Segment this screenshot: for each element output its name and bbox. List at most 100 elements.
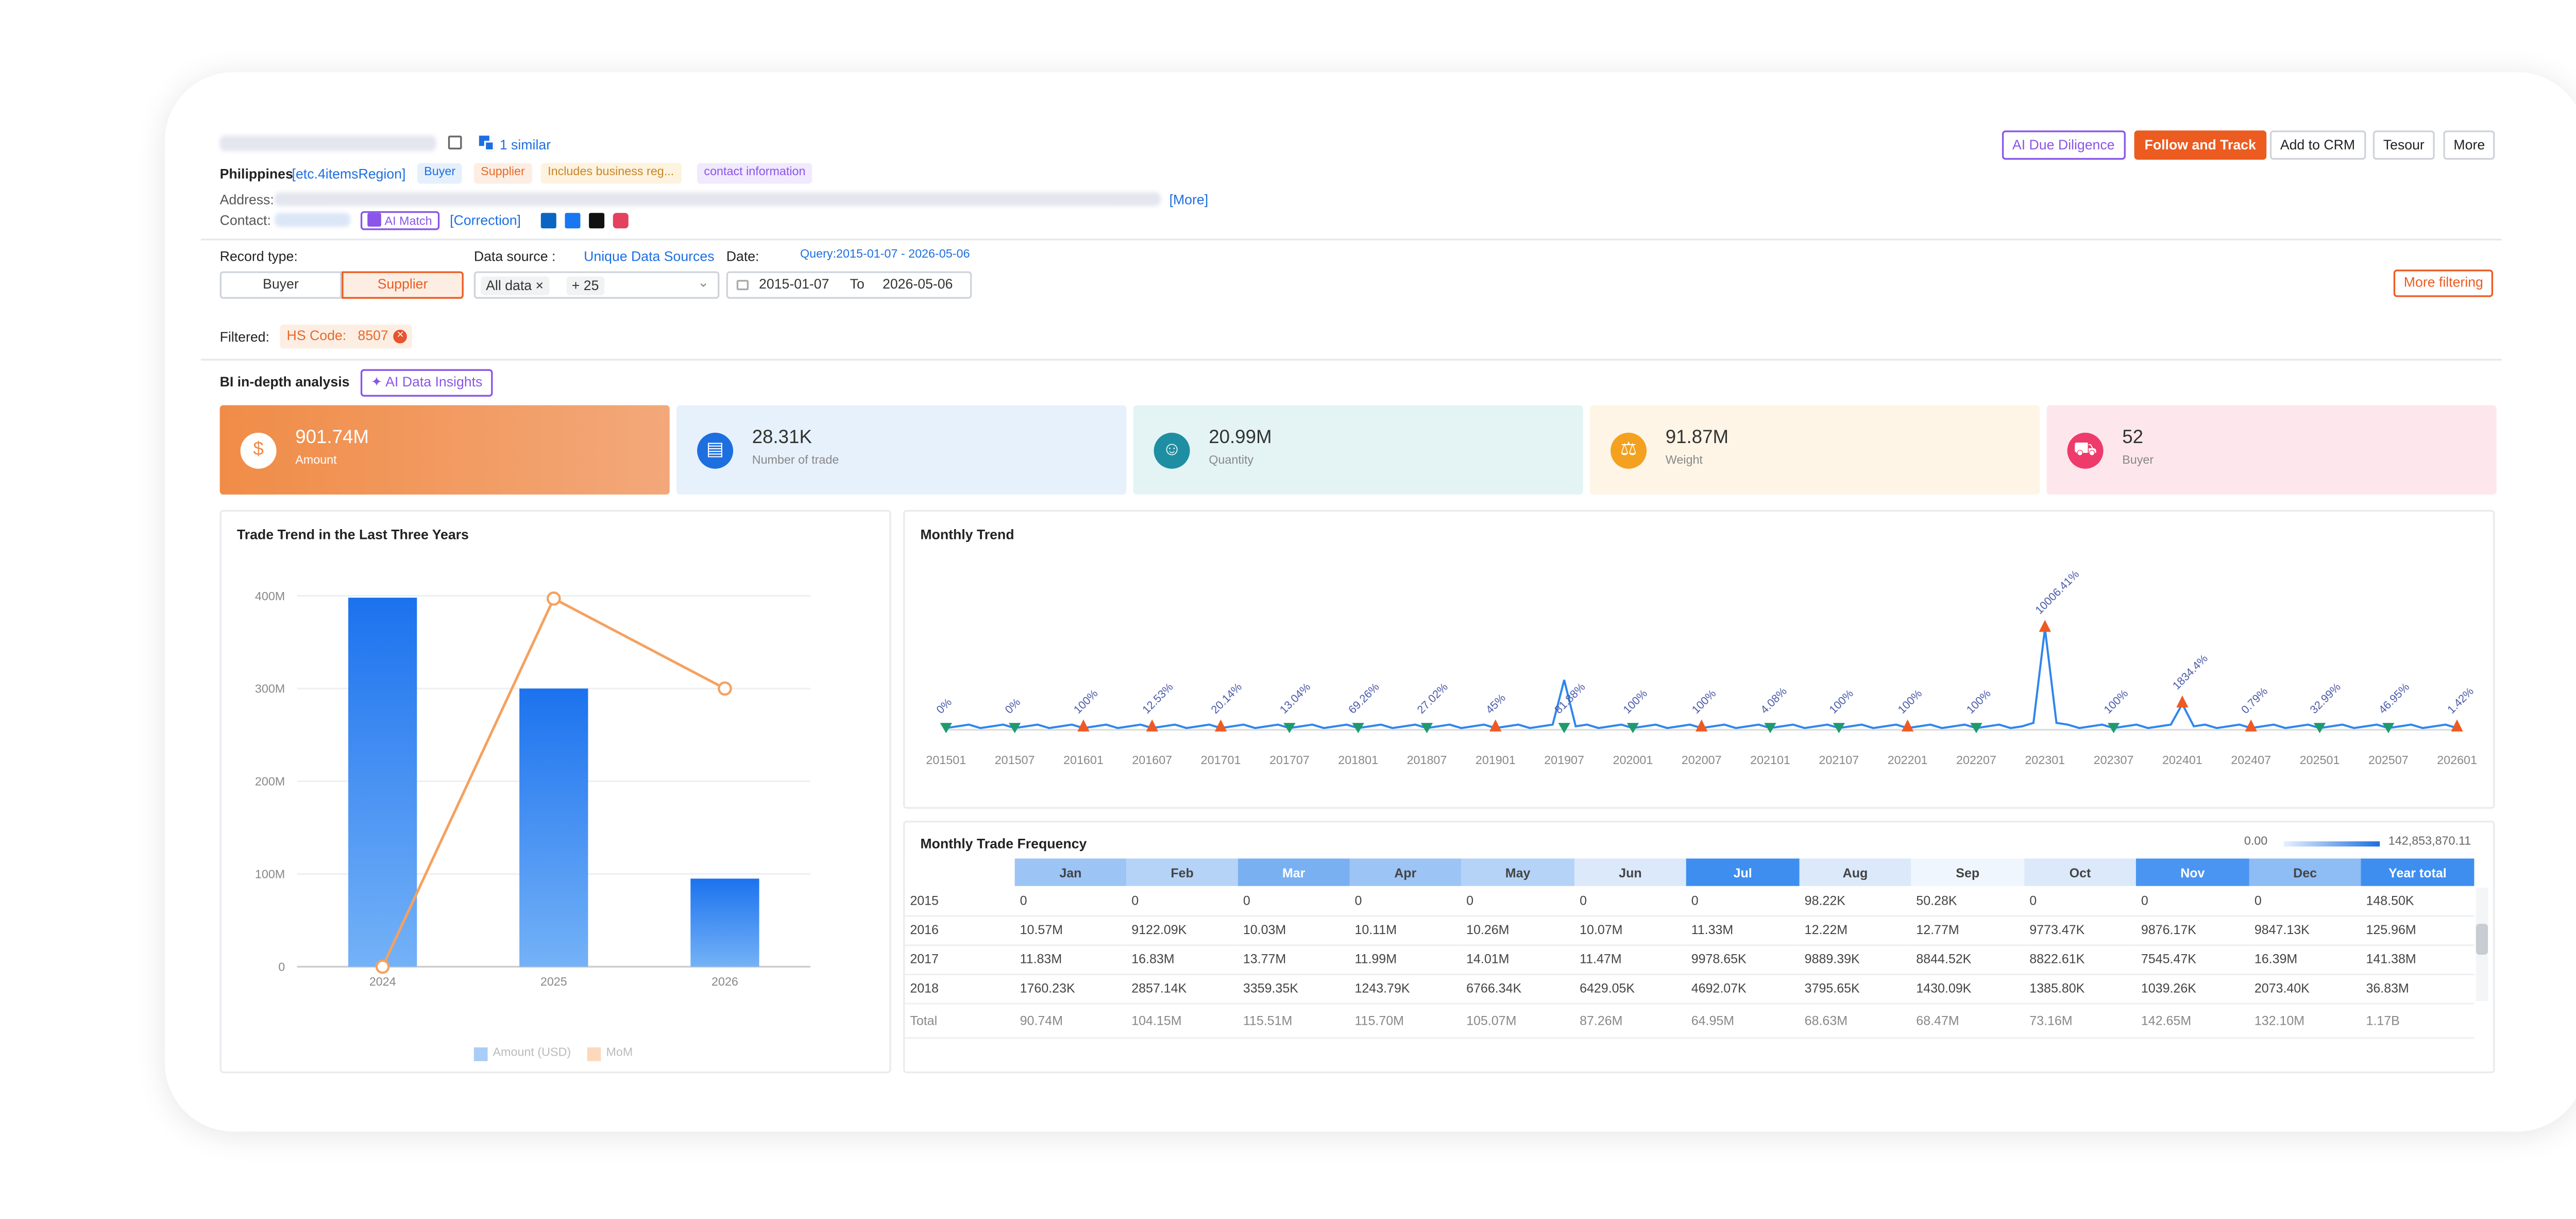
legend-mom-swatch[interactable] xyxy=(587,1047,601,1061)
column-header: Jul xyxy=(1686,858,1800,886)
x-tick-label: 202507 xyxy=(2368,753,2409,767)
more-filtering-button[interactable]: More filtering xyxy=(2393,269,2494,297)
y-tick-label: 300M xyxy=(255,682,285,696)
table-cell: 68.47M xyxy=(1911,1003,2025,1038)
scrollbar-thumb[interactable] xyxy=(2476,923,2488,955)
mom-point[interactable] xyxy=(546,591,561,606)
column-header: Year total xyxy=(2361,858,2475,886)
table-cell: 13.77M xyxy=(1238,944,1350,975)
bar[interactable] xyxy=(519,688,588,967)
marker-label: 0.79% xyxy=(2239,685,2270,716)
table-row: 2015 0 0 0 0 0 0 0 98.22K 50.28K 0 0 0 148.50K xyxy=(905,886,2475,916)
trend-marker[interactable] xyxy=(1146,719,1158,732)
date-label: Date: xyxy=(726,249,759,265)
kpi-quantity[interactable]: ☺ 20.99M Quantity xyxy=(1133,405,1583,495)
ai-match-button[interactable]: AI Match xyxy=(360,211,439,230)
more-button[interactable]: More xyxy=(2443,130,2496,160)
follow-and-track-button[interactable]: Follow and Track xyxy=(2134,130,2266,160)
similar-icon xyxy=(479,136,495,151)
mom-point[interactable] xyxy=(718,681,732,696)
table-cell: 115.51M xyxy=(1238,1003,1350,1038)
x-tick-label: 2026 xyxy=(711,975,738,988)
marker-label: 81.88% xyxy=(1552,680,1588,716)
marker-label: 32.99% xyxy=(2307,680,2343,716)
region-link[interactable]: [etc.4itemsRegion] xyxy=(292,166,406,182)
data-source-select[interactable]: All data × + 25 ⌄ xyxy=(473,271,720,299)
date-to[interactable]: 2026-05-06 xyxy=(883,273,953,297)
record-type-supplier[interactable]: Supplier xyxy=(342,271,464,299)
trend-marker[interactable] xyxy=(2451,719,2463,732)
kpi-label: Number of trade xyxy=(752,455,839,467)
kpi-value: 901.74M xyxy=(295,427,369,448)
x-tick-label: 202101 xyxy=(1750,753,1790,767)
table-cell: 10.57M xyxy=(1014,915,1127,945)
x-icon[interactable] xyxy=(589,213,605,229)
legend-mom-label[interactable]: MoM xyxy=(606,1047,633,1059)
trend-marker[interactable] xyxy=(1077,719,1090,732)
date-from[interactable]: 2015-01-07 xyxy=(759,273,829,297)
table-cell: 64.95M xyxy=(1686,1003,1800,1038)
table-cell: 1243.79K xyxy=(1349,973,1462,1004)
close-icon[interactable]: × xyxy=(393,329,408,344)
remove-icon[interactable]: × xyxy=(536,278,544,294)
ai-match-icon xyxy=(367,213,381,227)
table-cell: 14.01M xyxy=(1461,944,1575,975)
record-type-buyer[interactable]: Buyer xyxy=(219,271,342,299)
y-tick-label: 200M xyxy=(255,775,285,788)
tesour-button[interactable]: Tesour xyxy=(2372,130,2435,160)
table-cell: 1.17B xyxy=(2361,1003,2475,1038)
bar[interactable] xyxy=(690,878,759,967)
filtered-label: Filtered: xyxy=(219,329,269,345)
copy-icon[interactable] xyxy=(448,136,462,149)
x-tick-label: 202307 xyxy=(2094,753,2134,767)
ai-data-insights-label: AI Data Insights xyxy=(385,374,483,390)
x-tick-label: 202107 xyxy=(1819,753,1859,767)
query-range: Query:2015-01-07 - 2026-05-06 xyxy=(800,249,970,261)
trend-marker[interactable] xyxy=(1558,723,1570,734)
trend-marker[interactable] xyxy=(1489,719,1502,732)
facebook-icon[interactable] xyxy=(565,213,581,229)
more-address-link[interactable]: [More] xyxy=(1170,192,1209,208)
table-cell: 10.07M xyxy=(1574,915,1686,945)
trend-marker[interactable] xyxy=(2176,695,2189,708)
date-range-picker[interactable]: 2015-01-07 To 2026-05-06 xyxy=(726,271,972,299)
marker-label: 100% xyxy=(1964,687,1993,716)
trend-marker[interactable] xyxy=(1696,719,1708,732)
similar-link[interactable]: 1 similar xyxy=(500,138,551,153)
mom-point[interactable] xyxy=(375,959,390,974)
table-cell: 11.83M xyxy=(1014,944,1127,975)
more-sources-chip: + 25 xyxy=(566,276,604,296)
table-cell: Total xyxy=(905,1003,1015,1038)
trend-marker[interactable] xyxy=(1214,719,1227,732)
table-cell: 1385.80K xyxy=(2024,973,2136,1004)
correction-link[interactable]: [Correction] xyxy=(450,213,521,228)
bar[interactable] xyxy=(348,598,417,967)
table-cell: 1430.09K xyxy=(1911,973,2025,1004)
unique-data-sources-link[interactable]: Unique Data Sources xyxy=(584,249,714,264)
ai-data-insights-button[interactable]: ✦ AI Data Insights xyxy=(360,369,493,397)
tag-business-reg: Includes business reg... xyxy=(540,163,681,184)
instagram-icon[interactable] xyxy=(613,213,629,229)
marker-label: 0% xyxy=(934,696,954,716)
trend-marker[interactable] xyxy=(2245,719,2257,732)
x-tick-label: 202401 xyxy=(2162,753,2202,767)
kpi-buyer[interactable]: ⛟ 52 Buyer xyxy=(2046,405,2497,495)
column-header: Oct xyxy=(2024,858,2136,886)
kpi-amount[interactable]: $ 901.74M Amount xyxy=(219,405,670,495)
hs-code-label: HS Code: 8507 xyxy=(286,328,388,344)
trend-marker[interactable] xyxy=(2039,620,2051,632)
kpi-number-of-trade[interactable]: ▤ 28.31K Number of trade xyxy=(676,405,1127,495)
trend-marker[interactable] xyxy=(1901,719,1914,732)
table-cell: 2073.40K xyxy=(2249,973,2361,1004)
marker-label: 1.42% xyxy=(2445,685,2476,716)
linkedin-icon[interactable] xyxy=(540,213,556,229)
table-scrollbar[interactable] xyxy=(2476,888,2488,1001)
legend-amount-label[interactable]: Amount (USD) xyxy=(493,1047,571,1059)
table-cell: 98.22K xyxy=(1799,886,1911,916)
add-to-crm-button[interactable]: Add to CRM xyxy=(2269,130,2366,160)
column-header: Jun xyxy=(1574,858,1686,886)
calendar-icon xyxy=(736,280,749,291)
ai-due-diligence-button[interactable]: AI Due Diligence xyxy=(2002,130,2125,160)
kpi-weight[interactable]: ⚖ 91.87M Weight xyxy=(1590,405,2040,495)
legend-amount-swatch[interactable] xyxy=(473,1047,488,1061)
